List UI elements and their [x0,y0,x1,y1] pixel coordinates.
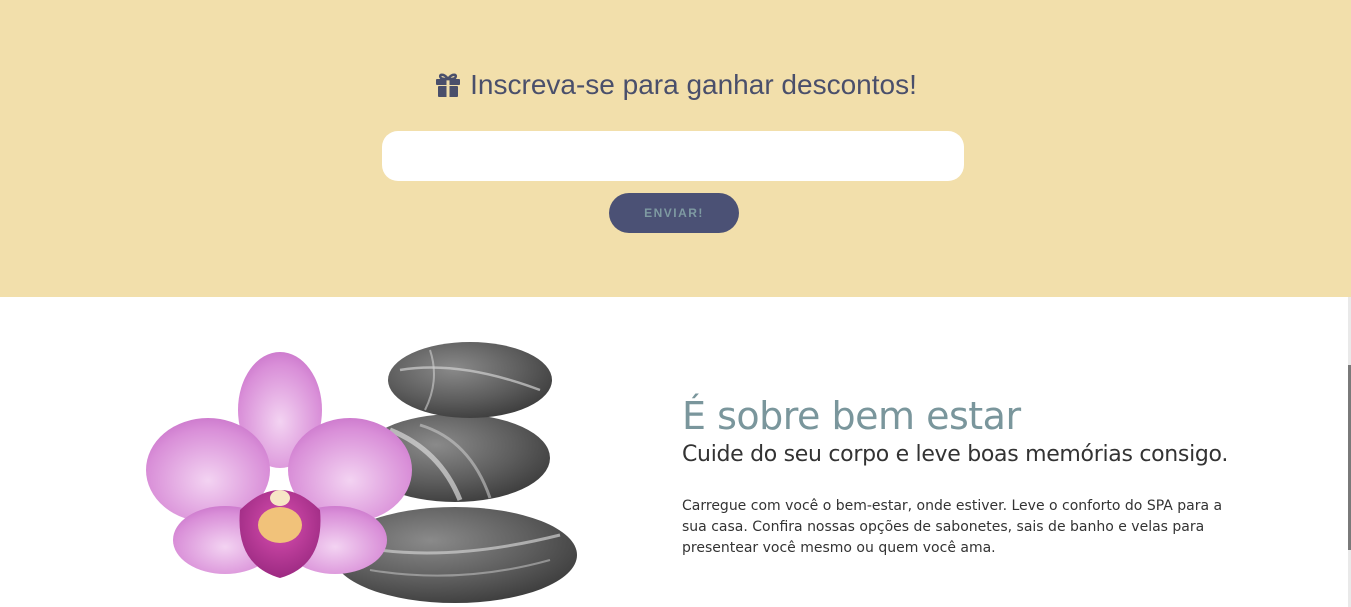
about-text: Carregue com você o bem-estar, onde esti… [682,498,1223,556]
newsletter-title: Inscreva-se para ganhar descontos! [470,69,917,100]
about-title: É sobre bem estar [682,394,1021,438]
email-input[interactable] [382,131,964,181]
submit-button[interactable]: ENVIAR! [609,193,739,233]
orchid-and-stones-image [146,342,577,603]
newsletter-section: Inscreva-se para ganhar descontos! ENVIA… [0,0,1351,297]
about-subtitle: Cuide do seu corpo e leve boas memórias … [682,442,1229,467]
newsletter-heading: Inscreva-se para ganhar descontos! [0,62,1351,112]
orchid [146,352,412,578]
gift-icon [434,66,462,112]
